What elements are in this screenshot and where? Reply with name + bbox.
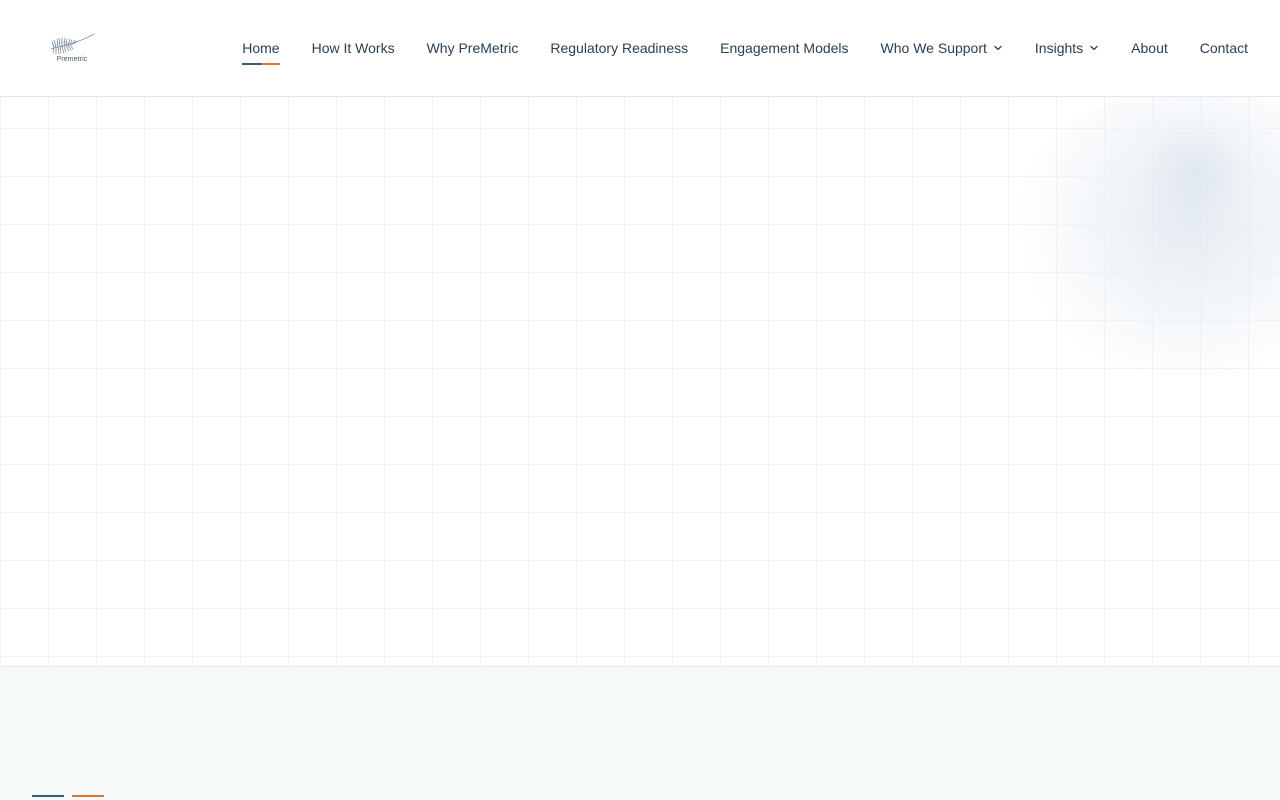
nav-item-insights[interactable]: Insights xyxy=(1035,40,1099,56)
chevron-down-icon xyxy=(1090,45,1098,51)
accent-bar-secondary xyxy=(72,795,104,797)
chevron-down-icon xyxy=(994,45,1002,51)
hero-decorative-glow-inner xyxy=(1140,117,1250,227)
site-logo[interactable]: Premetric xyxy=(48,32,96,66)
nav-item-label: Home xyxy=(242,40,280,56)
content-section xyxy=(0,667,1280,800)
nav-item-label: How It Works xyxy=(311,40,395,56)
section-accent-bars xyxy=(32,795,104,797)
nav-item-about[interactable]: About xyxy=(1131,40,1168,56)
logo-wordmark: Premetric xyxy=(56,56,88,63)
hero-section xyxy=(0,97,1280,667)
nav-item-regulatory-readiness[interactable]: Regulatory Readiness xyxy=(550,40,688,56)
nav-item-contact[interactable]: Contact xyxy=(1200,40,1248,56)
nav-item-label: Engagement Models xyxy=(720,40,849,56)
nav-item-label: Regulatory Readiness xyxy=(550,40,689,56)
nav-item-home[interactable]: Home xyxy=(242,40,280,65)
nav-item-label: Who We Support xyxy=(880,40,987,56)
feather-logo-icon xyxy=(50,33,95,55)
accent-bar-primary xyxy=(32,795,64,797)
nav-item-label: Why PreMetric xyxy=(426,40,519,56)
nav-item-who-we-support[interactable]: Who We Support xyxy=(881,40,1003,56)
nav-item-label: Contact xyxy=(1199,40,1248,56)
nav-item-how-it-works[interactable]: How It Works xyxy=(312,40,395,56)
nav-item-engagement-models[interactable]: Engagement Models xyxy=(720,40,848,56)
site-header: Premetric Home How It Works Why PreMetri… xyxy=(0,0,1280,97)
main-navigation: Home How It Works Why PreMetric Regulato… xyxy=(242,0,1248,96)
nav-item-label: About xyxy=(1131,40,1168,56)
nav-item-label: Insights xyxy=(1034,40,1084,56)
nav-item-why-premetric[interactable]: Why PreMetric xyxy=(427,40,519,56)
